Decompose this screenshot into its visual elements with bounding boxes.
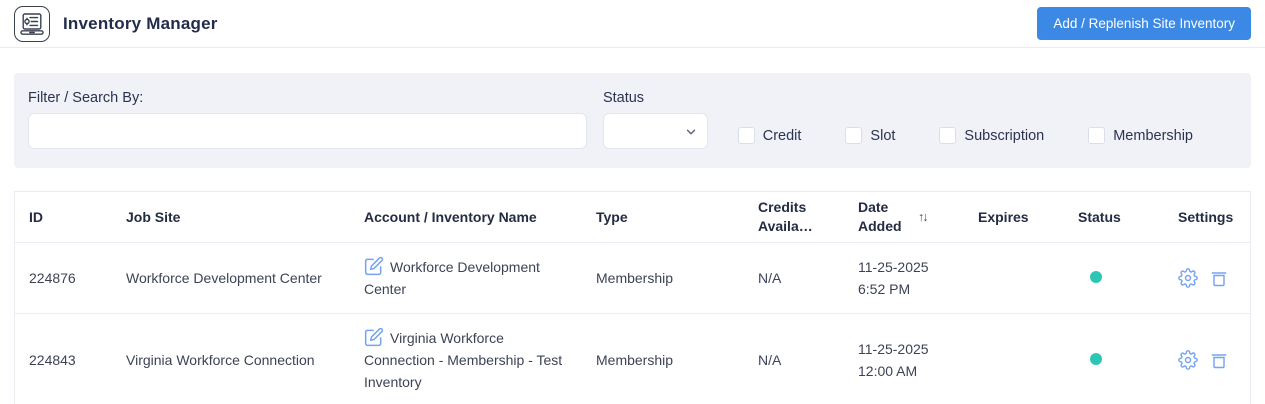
cell-credits-available: N/A bbox=[758, 352, 782, 368]
cell-type: Membership bbox=[596, 352, 674, 368]
cell-account-inventory-name: Workforce Development Center bbox=[350, 243, 582, 313]
col-header-job-site: Job Site bbox=[126, 208, 181, 225]
status-select[interactable] bbox=[602, 113, 708, 149]
cell-settings bbox=[1164, 255, 1250, 301]
cell-id: 224843 bbox=[29, 352, 76, 368]
cell-job-site: Virginia Workforce Connection bbox=[126, 352, 315, 368]
account-name-link[interactable]: Virginia Workforce Connection - Membersh… bbox=[364, 330, 562, 390]
page-title: Inventory Manager bbox=[63, 13, 218, 33]
col-header-date-added: Date Added ↑↓ bbox=[858, 199, 928, 234]
delete-trash-icon[interactable] bbox=[1209, 268, 1229, 288]
checkbox-subscription[interactable]: Subscription bbox=[939, 127, 1044, 144]
type-checkbox-row: Credit Slot Subscription Membership bbox=[737, 127, 1237, 144]
top-header: Inventory Manager Add / Replenish Site I… bbox=[0, 0, 1265, 48]
date-added-time: 6:52 PM bbox=[858, 281, 911, 297]
col-header-status: Status bbox=[1078, 208, 1121, 225]
cell-id: 224876 bbox=[29, 270, 76, 286]
cell-date-added: 11-25-2025 12:00 AM bbox=[844, 325, 964, 395]
date-added-date: 11-25-2025 bbox=[858, 341, 929, 357]
status-active-dot bbox=[1090, 271, 1102, 283]
checkbox-credit[interactable]: Credit bbox=[737, 127, 801, 144]
col-header-credits-available: Credits Availa… bbox=[758, 199, 813, 234]
status-active-dot bbox=[1090, 353, 1102, 365]
inventory-manager-icon bbox=[14, 5, 50, 42]
cell-credits-available: N/A bbox=[758, 270, 782, 286]
credit-checkbox-input[interactable] bbox=[737, 127, 755, 144]
search-label: Filter / Search By: bbox=[28, 90, 144, 106]
col-header-settings: Settings bbox=[1178, 208, 1234, 225]
col-header-account-inventory-name: Account / Inventory Name bbox=[364, 208, 537, 225]
account-name-link[interactable]: Workforce Development Center bbox=[364, 259, 540, 297]
col-header-id: ID bbox=[29, 208, 43, 225]
date-added-date: 11-25-2025 bbox=[858, 259, 929, 275]
status-label: Status bbox=[602, 90, 645, 106]
table-row: 224876 Workforce Development Center Work… bbox=[15, 243, 1250, 314]
col-header-expires: Expires bbox=[978, 208, 1029, 225]
subscription-checkbox-input[interactable] bbox=[939, 127, 957, 144]
membership-checkbox-input[interactable] bbox=[1088, 127, 1106, 144]
checkbox-membership[interactable]: Membership bbox=[1088, 127, 1193, 144]
edit-icon[interactable] bbox=[364, 327, 384, 347]
cell-type: Membership bbox=[596, 270, 674, 286]
table-body: 224876 Workforce Development Center Work… bbox=[15, 243, 1250, 404]
date-added-time: 12:00 AM bbox=[858, 363, 918, 379]
inventory-table: ID Job Site Account / Inventory Name Typ… bbox=[14, 191, 1251, 404]
cell-settings bbox=[1164, 337, 1250, 383]
cell-date-added: 11-25-2025 6:52 PM bbox=[844, 243, 964, 313]
status-group: Status bbox=[602, 90, 708, 149]
cell-job-site: Workforce Development Center bbox=[126, 270, 322, 286]
sort-icon[interactable]: ↑↓ bbox=[918, 208, 928, 227]
cell-expires bbox=[964, 265, 1064, 291]
checkbox-slot[interactable]: Slot bbox=[845, 127, 895, 144]
cell-expires bbox=[964, 347, 1064, 373]
search-group: Filter / Search By: bbox=[28, 90, 587, 149]
edit-icon[interactable] bbox=[364, 256, 384, 276]
cell-status bbox=[1064, 336, 1164, 384]
delete-trash-icon[interactable] bbox=[1209, 350, 1229, 370]
filter-panel: Filter / Search By: Status Credit Slot S… bbox=[14, 73, 1251, 168]
cell-status bbox=[1064, 254, 1164, 302]
settings-gear-icon[interactable] bbox=[1178, 350, 1198, 370]
settings-gear-icon[interactable] bbox=[1178, 268, 1198, 288]
table-row: 224843 Virginia Workforce Connection Vir… bbox=[15, 314, 1250, 404]
table-header-row: ID Job Site Account / Inventory Name Typ… bbox=[15, 192, 1250, 243]
cell-account-inventory-name: Virginia Workforce Connection - Membersh… bbox=[350, 314, 582, 404]
slot-checkbox-input[interactable] bbox=[845, 127, 863, 144]
search-input[interactable] bbox=[28, 113, 587, 149]
chevron-down-icon bbox=[686, 129, 695, 135]
add-replenish-inventory-button[interactable]: Add / Replenish Site Inventory bbox=[1037, 7, 1251, 40]
col-header-type: Type bbox=[596, 208, 628, 225]
